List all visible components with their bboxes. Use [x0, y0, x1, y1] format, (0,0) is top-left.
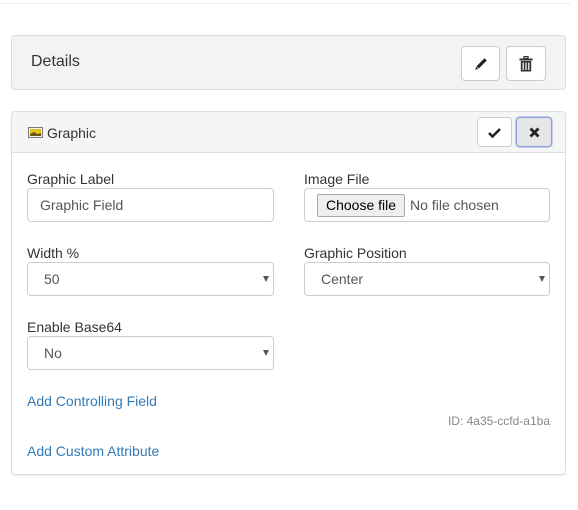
- details-title: Details: [31, 53, 80, 70]
- image-file-input[interactable]: Choose file No file chosen: [304, 188, 550, 222]
- image-icon: [28, 127, 43, 138]
- details-panel: Details: [11, 35, 566, 90]
- file-status-text: No file chosen: [410, 197, 499, 213]
- enable-base64-select[interactable]: No: [27, 336, 274, 370]
- graphic-panel-header: Graphic: [12, 112, 565, 153]
- graphic-label-label: Graphic Label: [27, 171, 115, 187]
- chevron-down-icon: [539, 276, 545, 282]
- image-file-label: Image File: [304, 171, 370, 187]
- width-label: Width %: [27, 245, 80, 261]
- edit-button[interactable]: [461, 46, 500, 81]
- graphic-panel-title: Graphic: [47, 125, 97, 141]
- chevron-down-icon: [263, 350, 269, 356]
- graphic-position-selected-value: Center: [321, 271, 364, 287]
- choose-file-button[interactable]: Choose file: [317, 193, 406, 217]
- save-button[interactable]: [477, 117, 512, 147]
- add-custom-attribute-link[interactable]: Add Custom Attribute: [27, 443, 159, 459]
- graphic-field-panel: Graphic Graphic Label Graphic Field Imag…: [11, 111, 566, 475]
- enable-base64-label: Enable Base64: [27, 319, 122, 335]
- field-id-text: ID: 4a35-ccfd-a1ba: [447, 414, 550, 428]
- graphic-position-select[interactable]: Center: [304, 262, 550, 296]
- enable-base64-selected-value: No: [44, 345, 62, 361]
- add-controlling-field-link[interactable]: Add Controlling Field: [27, 393, 157, 409]
- delete-button[interactable]: [506, 46, 546, 81]
- chevron-down-icon: [263, 276, 269, 282]
- close-icon: [529, 127, 539, 137]
- trash-icon: [519, 55, 533, 71]
- width-selected-value: 50: [44, 271, 60, 287]
- checkmark-icon: [488, 127, 501, 138]
- graphic-position-label: Graphic Position: [304, 245, 407, 261]
- width-select[interactable]: 50: [27, 262, 274, 296]
- pencil-icon: [474, 57, 487, 70]
- graphic-label-value: Graphic Field: [40, 197, 124, 213]
- cancel-button[interactable]: [516, 117, 552, 147]
- graphic-label-input[interactable]: Graphic Field: [27, 188, 274, 222]
- top-divider: [0, 3, 571, 4]
